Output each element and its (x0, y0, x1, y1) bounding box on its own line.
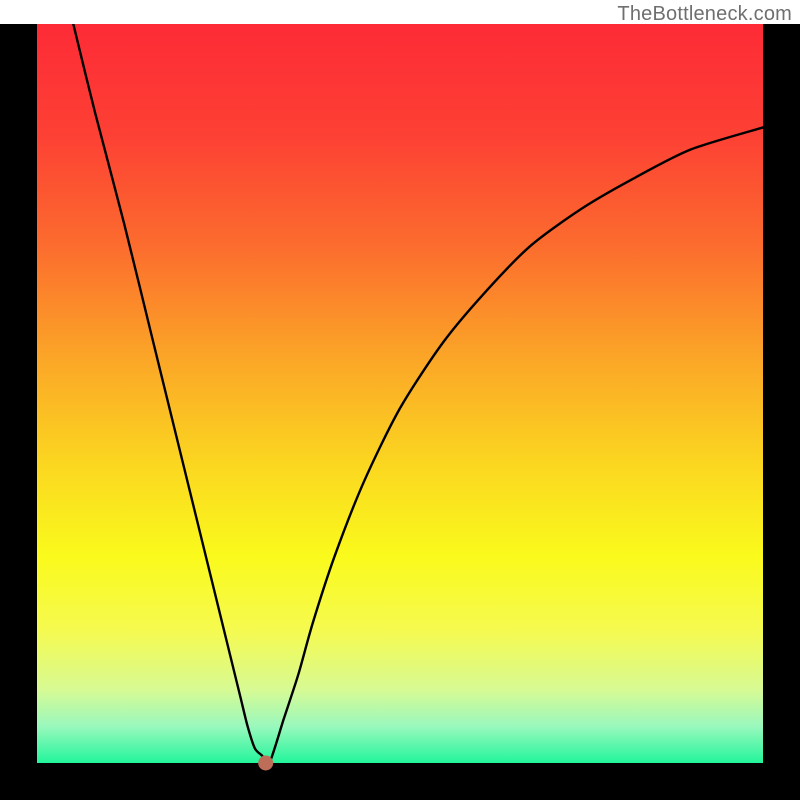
attribution-label: TheBottleneck.com (617, 3, 792, 26)
optimal-point-marker (258, 756, 273, 771)
plot-area (37, 24, 763, 763)
chart-container: TheBottleneck.com (0, 0, 800, 800)
bottleneck-chart (0, 0, 800, 800)
